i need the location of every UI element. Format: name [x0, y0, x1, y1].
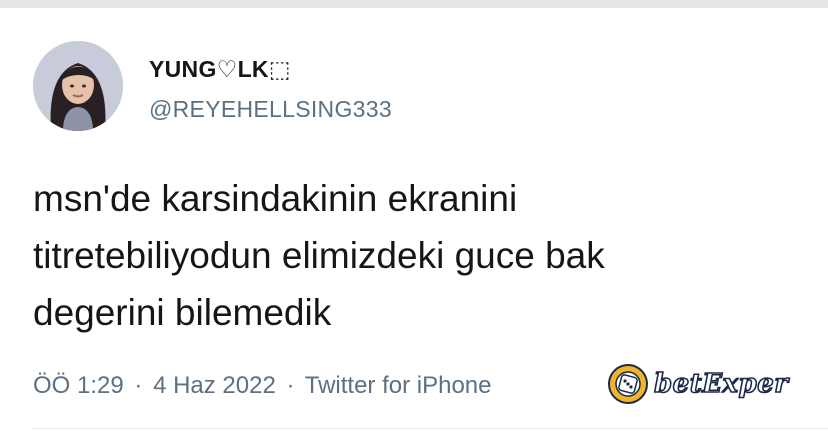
meta-separator: · [134, 372, 143, 399]
dice-chip-icon [608, 364, 648, 404]
tweet-text-line: degerini bilemedik [33, 292, 332, 333]
avatar-image [33, 41, 123, 131]
tweet-date[interactable]: 4 Haz 2022 [153, 372, 276, 399]
tweet-meta: ÖÖ 1:29 · 4 Haz 2022 · Twitter for iPhon… [33, 372, 491, 400]
tweet-text-line: msn'de karsindakinin ekranini [33, 178, 518, 219]
user-handle[interactable]: @REYEHELLSING333 [149, 96, 392, 123]
tweet-text: msn'de karsindakinin ekranini titretebil… [33, 170, 803, 341]
display-name[interactable]: YUNG♡LK⬚ [149, 56, 291, 83]
top-bar [0, 0, 828, 8]
avatar[interactable] [33, 41, 123, 131]
watermark-logo: betExper [606, 362, 796, 406]
watermark-text: betExper [653, 368, 789, 400]
tweet-text-line: titretebiliyodun elimizdeki guce bak [33, 235, 605, 276]
divider [33, 428, 828, 429]
meta-separator: · [286, 372, 295, 399]
tweet-source[interactable]: Twitter for iPhone [305, 372, 492, 399]
tweet-time[interactable]: ÖÖ 1:29 [33, 372, 124, 399]
